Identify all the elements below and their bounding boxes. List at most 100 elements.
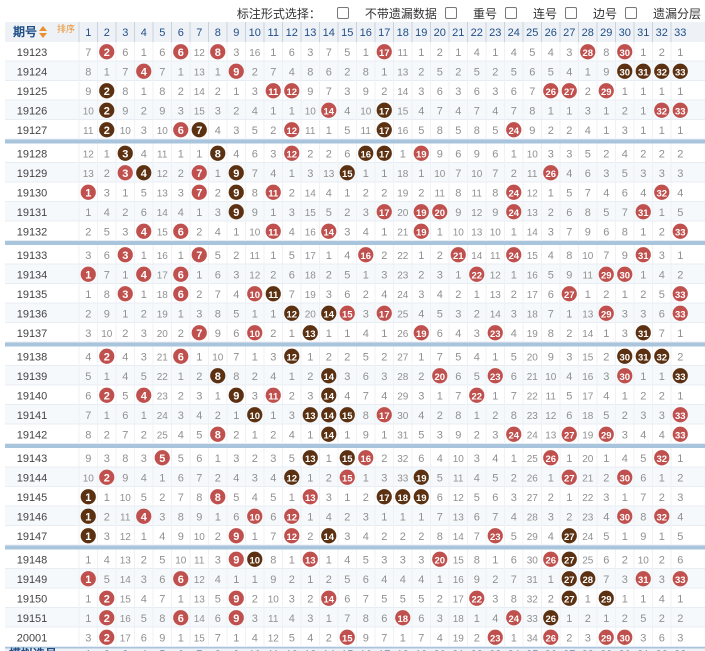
omission-value: 1 (400, 632, 406, 644)
omission-value: 15 (120, 594, 132, 605)
omission-value: 22 (582, 493, 594, 504)
ball-number: 4 (141, 226, 148, 238)
ball-number: 30 (619, 372, 630, 383)
omission-value: 1 (363, 47, 369, 59)
omission-value: 3 (418, 554, 424, 566)
omission-value: 1 (622, 390, 628, 402)
checkbox-consecutive[interactable] (504, 7, 517, 19)
omission-value: 18 (305, 270, 317, 281)
omission-value: 1 (511, 226, 517, 238)
omission-value: 4 (566, 371, 572, 383)
omission-value: 6 (363, 371, 369, 383)
ball-number: 6 (178, 125, 184, 137)
omission-value: 1 (492, 47, 498, 59)
omission-value: 22 (527, 391, 539, 402)
omission-value: 9 (270, 574, 276, 586)
omission-value: 25 (527, 454, 539, 465)
option-omission-layer[interactable]: 遗漏分层 (624, 5, 701, 22)
sort-button[interactable]: 排序 (57, 23, 75, 34)
omission-value: 10 (638, 555, 650, 566)
omission-value: 2 (159, 492, 165, 504)
table-row: 19151 1 2 16 5 8 6 14 6 9 3 11 4 3 1 7 8 6 18 6 3 18 1 4 24 33 26 1… (5, 608, 705, 628)
omission-value: 1 (603, 613, 609, 625)
omission-value: 9 (363, 632, 369, 644)
period-number: 19126 (17, 106, 48, 118)
omission-value: 5 (511, 66, 517, 78)
checkbox-repeat[interactable] (444, 7, 457, 19)
omission-value: 4 (418, 574, 424, 586)
omission-value: 5 (603, 531, 609, 543)
omission-value: 4 (640, 429, 646, 441)
option-consecutive[interactable]: 连号 (504, 5, 557, 22)
ball-number: 6 (178, 351, 184, 363)
omission-value: 8 (511, 593, 517, 605)
header-number: 16 (360, 27, 372, 39)
header-number: 32 (656, 27, 668, 39)
ball-number: 10 (249, 411, 260, 422)
header-number: 30 (619, 27, 631, 39)
omission-value: 15 (305, 208, 317, 219)
ball-number: 8 (215, 148, 221, 160)
omission-value: 1 (289, 554, 295, 566)
omission-value: 2 (141, 429, 147, 441)
ball-number: 4 (141, 511, 148, 523)
header-number: 28 (582, 27, 594, 39)
ball-number: 20 (434, 555, 445, 566)
omission-value: 4 (474, 351, 480, 363)
omission-value: 4 (141, 593, 147, 605)
omission-value: 4 (289, 66, 295, 78)
option-no-omission[interactable]: 不带遗漏数据 (336, 5, 437, 22)
omission-value: 4 (344, 390, 350, 402)
omission-value: 27 (527, 493, 539, 504)
header-number: 3 (122, 27, 128, 39)
omission-value: 9 (122, 472, 128, 484)
omission-value: 1 (344, 328, 350, 340)
ball-number: 27 (564, 594, 575, 605)
omission-value: 23 (527, 411, 539, 422)
omission-value: 3 (104, 531, 110, 543)
option-repeat[interactable]: 重号 (444, 5, 497, 22)
omission-value: 7 (548, 308, 554, 320)
period-number: 19134 (17, 270, 48, 282)
ball-number: 17 (379, 126, 390, 137)
omission-value: 11 (472, 188, 483, 199)
row-background (5, 202, 705, 222)
ball-number: 31 (638, 251, 649, 262)
option-edge[interactable]: 边号 (564, 5, 617, 22)
omission-value: 9 (529, 125, 535, 137)
omission-value: 8 (122, 86, 128, 98)
omission-value: 3 (548, 511, 554, 523)
ball-number: 12 (286, 149, 297, 160)
omission-value: 12 (268, 633, 280, 644)
omission-value: 1 (363, 168, 369, 180)
omission-value: 8 (270, 554, 276, 566)
period-number: 19140 (17, 391, 48, 403)
omission-value: 10 (490, 227, 502, 238)
ball-number: 32 (656, 454, 667, 465)
ball-number: 31 (638, 575, 649, 586)
header-number: 24 (508, 27, 520, 39)
period-group: 19133 3 6 3 1 16 1 7 5 2 11 1 5 17 1 4 16 2 22 1 2 21 14 11 24 15… (5, 245, 705, 343)
period-number: 19127 (17, 125, 48, 137)
period-number: 19129 (17, 168, 48, 180)
omission-value: 1 (418, 250, 424, 262)
ball-number: 33 (675, 309, 686, 320)
omission-value: 3 (418, 390, 424, 402)
omission-value: 9 (363, 86, 369, 98)
omission-value: 13 (453, 512, 465, 523)
checkbox-no-omission[interactable] (336, 7, 349, 19)
omission-value: 13 (397, 67, 409, 78)
checkbox-omission-layer[interactable] (624, 7, 637, 19)
header-number: 20 (434, 27, 446, 39)
checkbox-edge[interactable] (564, 7, 577, 19)
omission-value: 1 (418, 168, 424, 180)
omission-value: 10 (212, 352, 224, 363)
period-number: 19141 (17, 410, 48, 422)
omission-value: 16 (249, 48, 261, 59)
omission-value: 6 (511, 86, 517, 98)
omission-value: 2 (455, 66, 461, 78)
ball-number: 19 (416, 473, 427, 484)
omission-value: 4 (455, 105, 461, 117)
omission-value: 5 (252, 125, 258, 137)
omission-value: 12 (120, 532, 132, 543)
